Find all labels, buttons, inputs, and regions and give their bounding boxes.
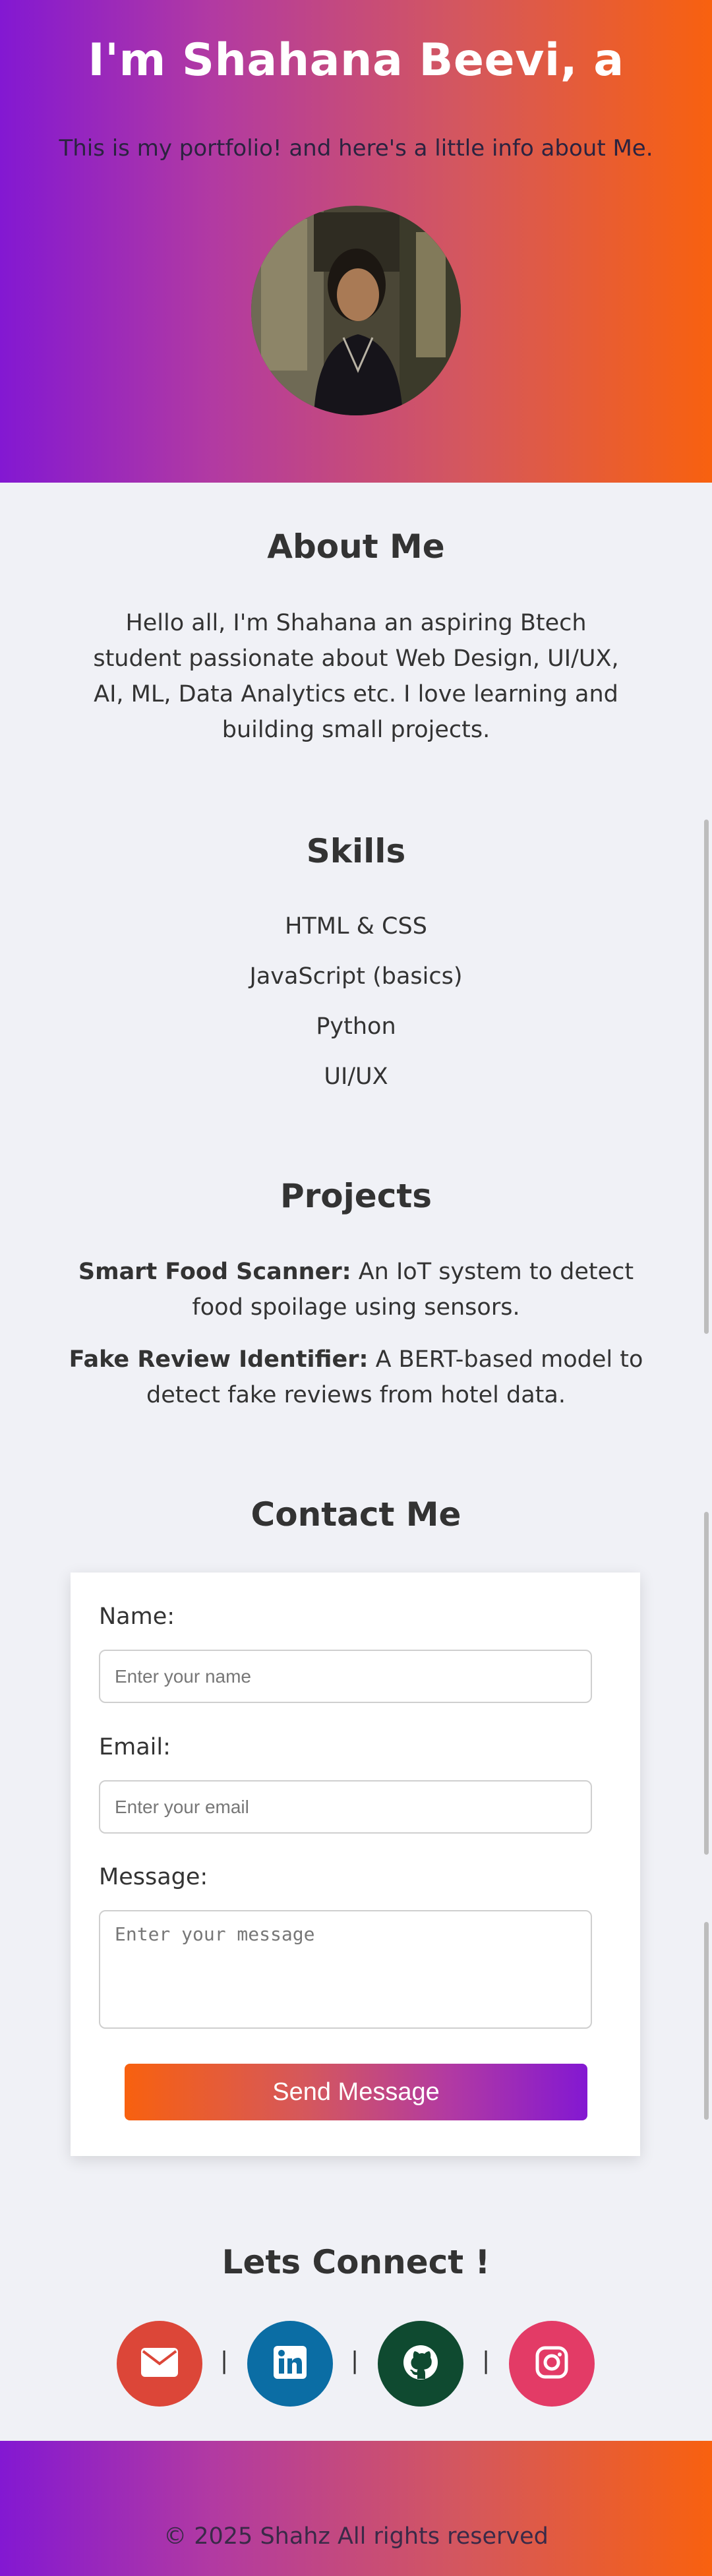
about-text: Hello all, I'm Shahana an aspiring Btech… bbox=[93, 610, 619, 743]
project-name: Smart Food Scanner: bbox=[78, 1259, 351, 1285]
message-textarea[interactable] bbox=[99, 1910, 592, 2029]
instagram-link[interactable] bbox=[509, 2321, 595, 2407]
hero-header: I'm Shahana Beevi, a This is my portfoli… bbox=[0, 0, 712, 483]
profile-photo bbox=[251, 206, 461, 415]
skill-item: UI/UX bbox=[324, 1063, 388, 1090]
linkedin-icon bbox=[274, 2346, 307, 2381]
about-title: About Me bbox=[267, 527, 445, 566]
email-icon bbox=[141, 2348, 178, 2380]
contact-title: Contact Me bbox=[251, 1495, 461, 1534]
hero-title: I'm Shahana Beevi, a bbox=[88, 34, 624, 86]
projects-title: Projects bbox=[280, 1177, 432, 1215]
separator: | bbox=[351, 2347, 359, 2374]
name-input[interactable] bbox=[99, 1650, 592, 1703]
instagram-icon bbox=[535, 2346, 568, 2381]
name-label: Name: bbox=[99, 1603, 175, 1630]
contact-form: Name: Email: Message: Send Message bbox=[71, 1573, 640, 2156]
message-label: Message: bbox=[99, 1864, 208, 1890]
separator: | bbox=[482, 2347, 490, 2374]
hero-subtitle: This is my portfolio! and here's a littl… bbox=[59, 135, 653, 162]
scrollbar-thumb[interactable] bbox=[704, 1922, 709, 2120]
skill-item: Python bbox=[316, 1013, 396, 1040]
scrollbar-thumb[interactable] bbox=[704, 1512, 709, 1855]
linkedin-link[interactable] bbox=[247, 2321, 333, 2407]
skill-item: JavaScript (basics) bbox=[249, 963, 463, 990]
copyright-text: © 2025 Shahz All rights reserved bbox=[163, 2523, 549, 2550]
email-input[interactable] bbox=[99, 1780, 592, 1834]
skill-item: HTML & CSS bbox=[285, 913, 427, 940]
project-item: Smart Food Scanner: An IoT system to det… bbox=[66, 1254, 646, 1325]
send-message-button[interactable]: Send Message bbox=[125, 2064, 587, 2120]
scrollbar-thumb[interactable] bbox=[704, 820, 709, 1334]
email-label: Email: bbox=[99, 1734, 171, 1760]
separator: | bbox=[220, 2347, 229, 2374]
project-name: Fake Review Identifier: bbox=[69, 1346, 369, 1373]
github-link[interactable] bbox=[378, 2321, 463, 2407]
github-icon bbox=[403, 2345, 438, 2383]
skills-title: Skills bbox=[306, 832, 406, 870]
email-link[interactable] bbox=[117, 2321, 202, 2407]
footer: © 2025 Shahz All rights reserved bbox=[0, 2441, 712, 2576]
connect-title: Lets Connect ! bbox=[222, 2243, 490, 2281]
project-item: Fake Review Identifier: A BERT-based mod… bbox=[66, 1342, 646, 1413]
